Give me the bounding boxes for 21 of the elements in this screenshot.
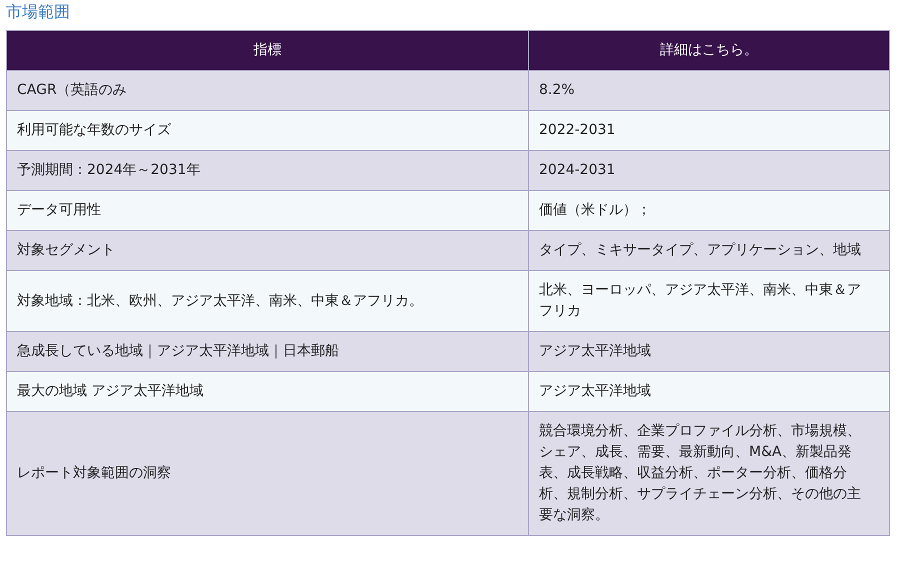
table-cell: 8.2% [528, 70, 890, 110]
table-cell: CAGR（英語のみ [6, 70, 528, 110]
table-cell: アジア太平洋地域 [528, 372, 890, 412]
table-cell: 対象地域：北米、欧州、アジア太平洋、南米、中東＆アフリカ。 [6, 270, 528, 332]
table-cell: 急成長している地域｜アジア太平洋地域｜日本郵船 [6, 332, 528, 372]
table-cell: タイプ、ミキサータイプ、アプリケーション、地域 [528, 230, 890, 270]
column-header: 指標 [6, 30, 528, 70]
table-cell: 予測期間：2024年～2031年 [6, 150, 528, 190]
table-cell: データ可用性 [6, 190, 528, 230]
table-cell: 利用可能な年数のサイズ [6, 110, 528, 150]
table-cell: 北米、ヨーロッパ、アジア太平洋、南米、中東＆アフリカ [528, 270, 890, 332]
table-cell: 最大の地域 アジア太平洋地域 [6, 372, 528, 412]
column-header: 詳細はこちら。 [528, 30, 890, 70]
table-cell: 競合環境分析、企業プロファイル分析、市場規模、シェア、成長、需要、最新動向、M&A、新製品発表、成長戦略、収益分析、ポーター分析、価格分析、規制分析、サプライチェーン分析、その他の主要な洞察。 [528, 412, 890, 536]
table-cell: アジア太平洋地域 [528, 332, 890, 372]
section-title: 市場範囲 [6, 2, 70, 22]
table-cell: 2024-2031 [528, 150, 890, 190]
table-cell: レポート対象範囲の洞察 [6, 412, 528, 536]
table-cell: 2022-2031 [528, 110, 890, 150]
table-cell: 価値（米ドル）； [528, 190, 890, 230]
table-cell: 対象セグメント [6, 230, 528, 270]
